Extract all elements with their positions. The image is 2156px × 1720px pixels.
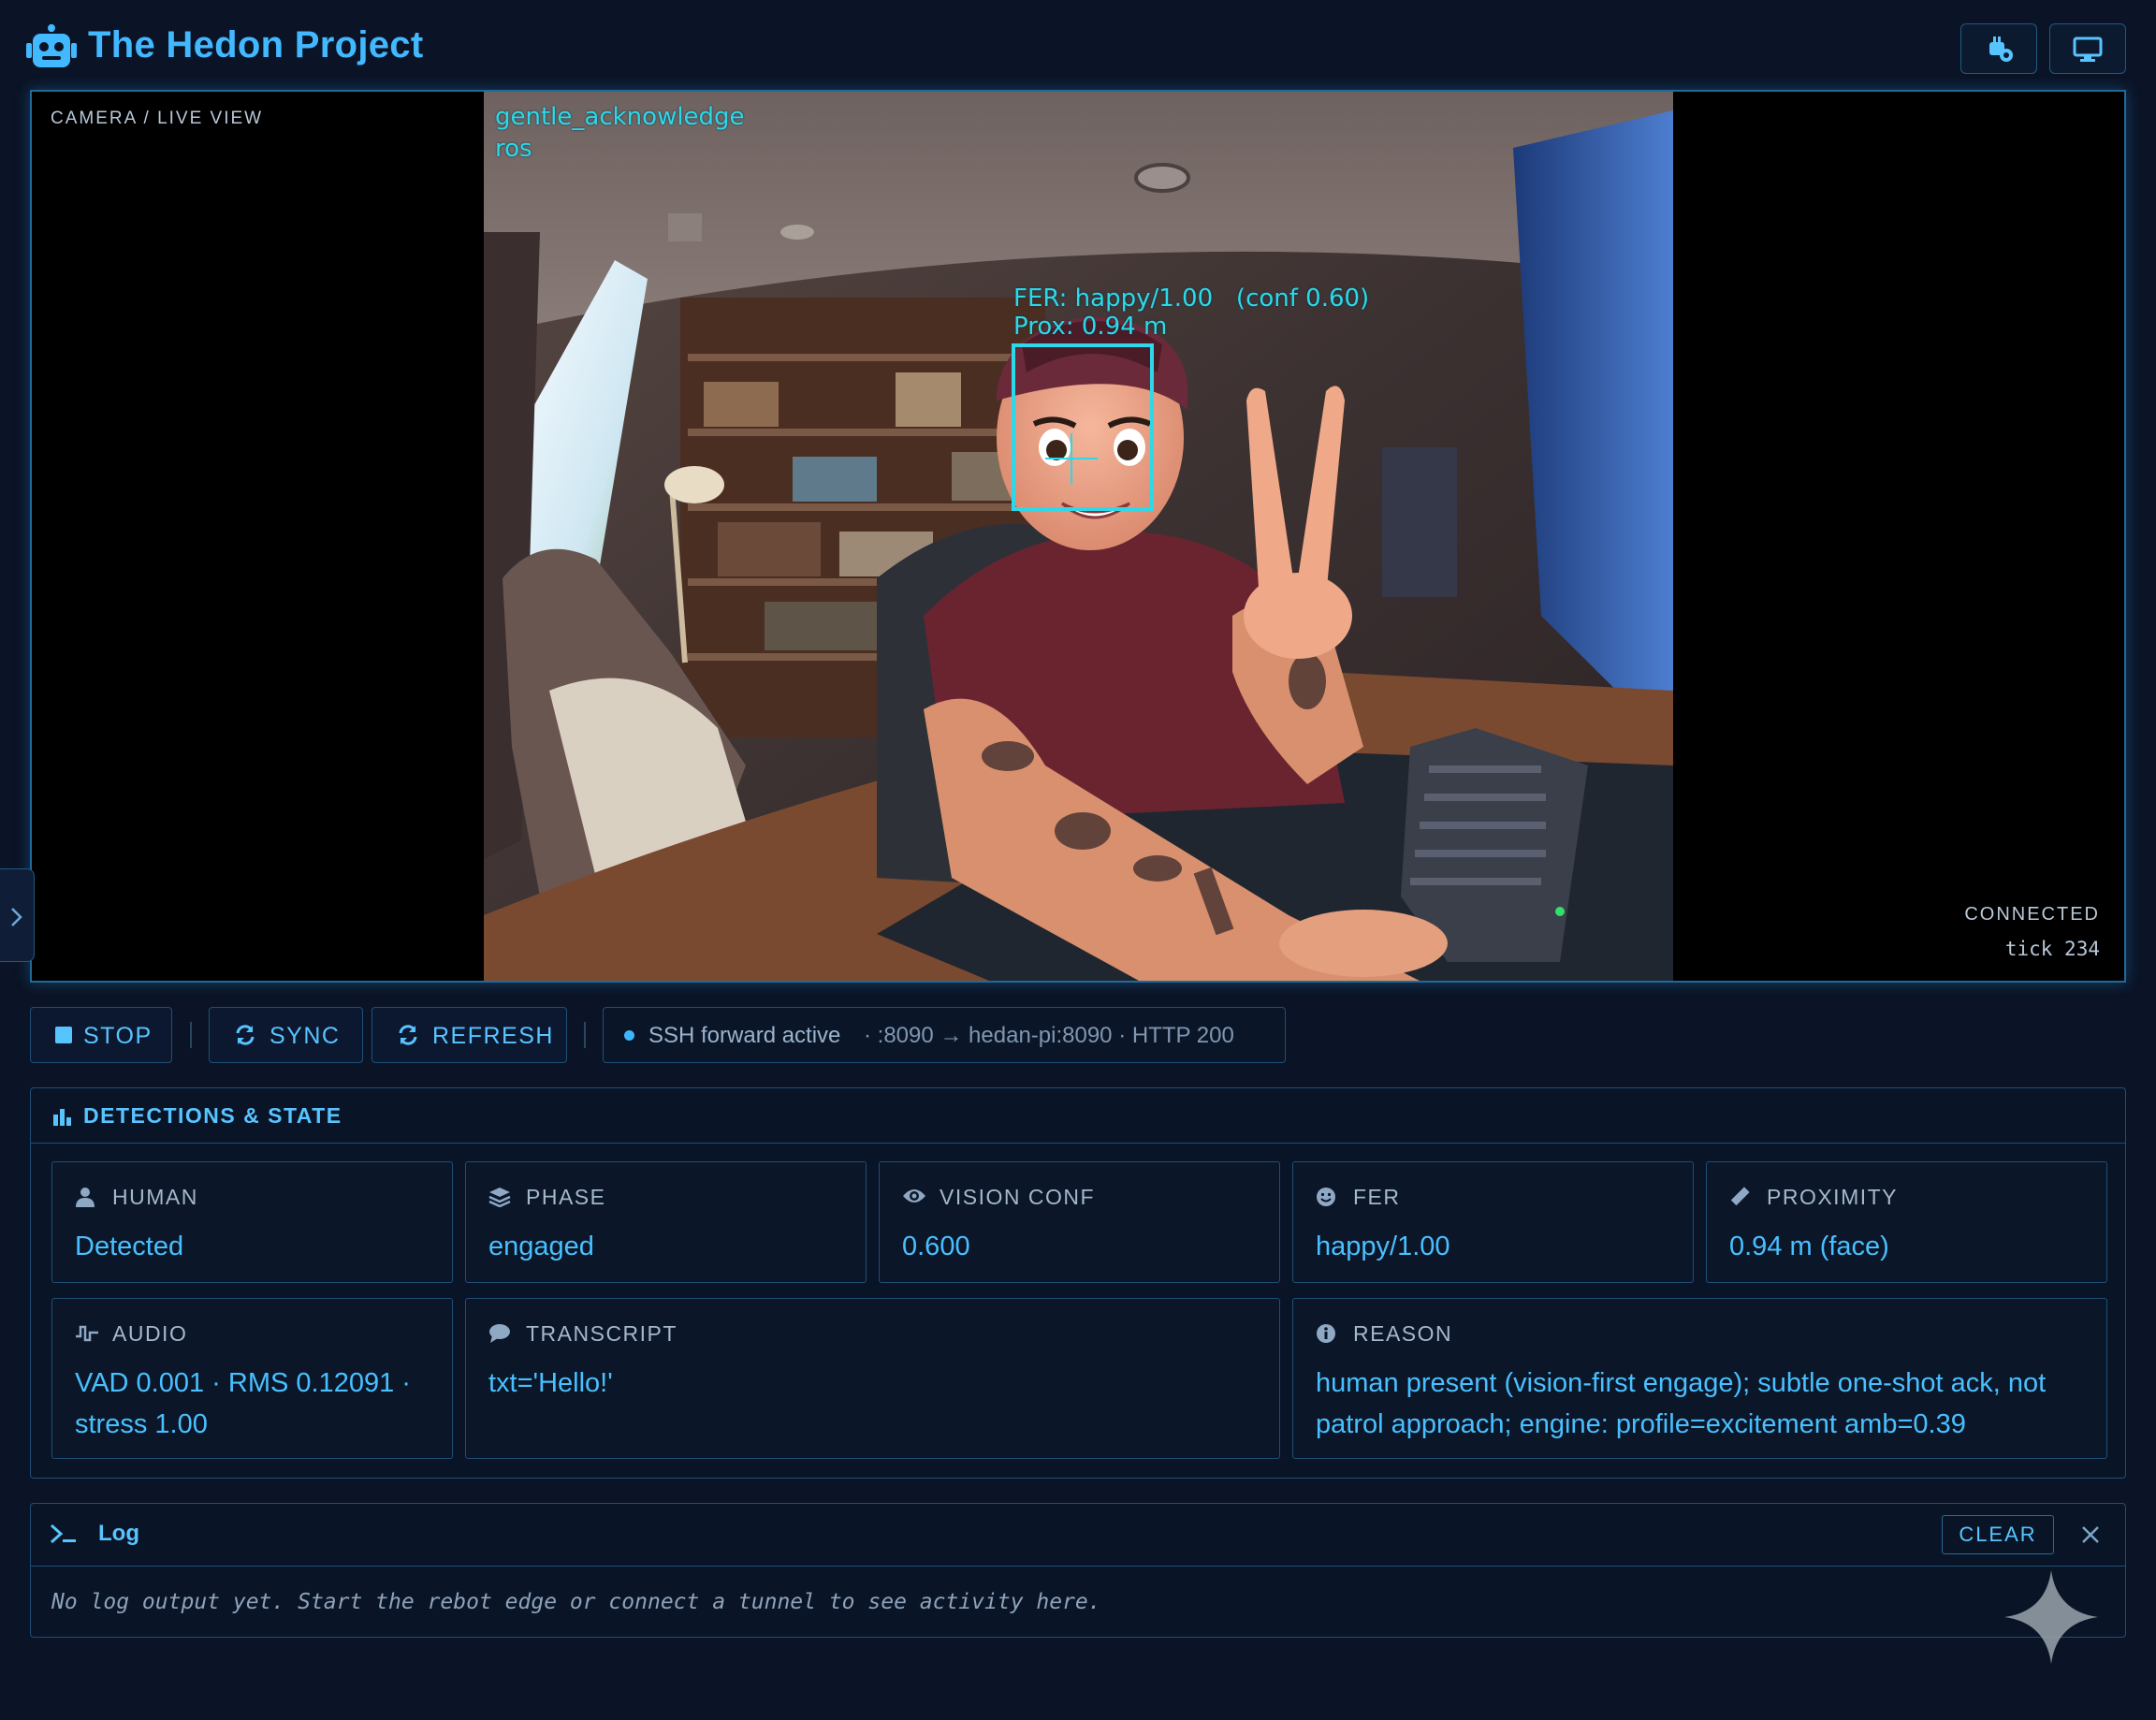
status-dot-icon [624, 1030, 634, 1041]
stop-button[interactable]: STOP [30, 1007, 172, 1063]
card-label: PROXIMITY [1767, 1185, 1899, 1209]
display-button[interactable] [2049, 23, 2126, 74]
stop-label: STOP [83, 1023, 153, 1049]
ssh-forward-detail: · :8090 → hedan-pi:8090 · HTTP 200 [864, 1023, 1234, 1048]
card-value: txt='Hello!' [488, 1368, 613, 1398]
camera-panel: CAMERA / LIVE VIEW gentle_acknowledge ro… [30, 90, 2126, 983]
card-label: AUDIO [112, 1321, 188, 1346]
human-card: HUMAN Detected [51, 1161, 453, 1283]
card-value: human present (vision-first engage); sub… [1316, 1368, 2047, 1439]
ssh-status-indicator: SSH forward active · :8090 → hedan-pi:80… [603, 1007, 1286, 1063]
terminal-icon [50, 1523, 76, 1544]
camera-frame-image [484, 92, 1673, 981]
card-value: Detected [75, 1232, 184, 1261]
refresh-icon [399, 1025, 417, 1045]
log-panel: Log CLEAR No log output yet. Start the r… [30, 1503, 2126, 1638]
toolbar-divider [190, 1022, 192, 1048]
refresh-label: REFRESH [432, 1023, 554, 1049]
overlay-source-label: ros [495, 135, 532, 163]
refresh-button[interactable]: REFRESH [371, 1007, 567, 1063]
log-header: Log CLEAR [31, 1504, 2125, 1567]
wave-icon [76, 1325, 98, 1342]
camera-feed: gentle_acknowledge ros FER: happy/1.00 (… [484, 92, 1673, 981]
robot-icon [26, 24, 77, 67]
transcript-card: TRANSCRIPT txt='Hello!' [465, 1298, 1280, 1459]
card-value: happy/1.00 [1316, 1232, 1450, 1261]
app-title: The Hedon Project [88, 24, 424, 66]
detections-header: DETECTIONS & STATE [31, 1088, 2125, 1144]
tick-counter: tick 234 [2004, 938, 2100, 960]
card-label: PHASE [526, 1185, 606, 1209]
info-icon [1317, 1324, 1335, 1343]
sync-icon [236, 1025, 255, 1045]
chat-icon [489, 1324, 510, 1343]
audio-card: AUDIO VAD 0.001 · RMS 0.12091 · stress 1… [51, 1298, 453, 1459]
sparkle-icon [2004, 1570, 2098, 1664]
robot-plug-icon [1989, 36, 2013, 62]
eye-icon [903, 1189, 925, 1203]
monitor-icon [2073, 36, 2103, 62]
overlay-behavior-label: gentle_acknowledge [495, 103, 745, 131]
bar-chart-icon [53, 1109, 71, 1126]
reason-card: REASON human present (vision-first engag… [1292, 1298, 2107, 1459]
detections-panel: DETECTIONS & STATE HUMAN Detected PHASE … [30, 1087, 2126, 1479]
user-icon [76, 1188, 95, 1207]
connection-status: CONNECTED [1964, 904, 2100, 925]
chevron-right-icon [11, 908, 22, 926]
card-value: 0.94 m (face) [1729, 1232, 1889, 1261]
sync-label: SYNC [270, 1023, 341, 1049]
card-value: 0.600 [902, 1232, 970, 1261]
smile-icon [1317, 1188, 1335, 1206]
proximity-card: PROXIMITY 0.94 m (face) [1706, 1161, 2107, 1283]
layers-icon [488, 1188, 511, 1207]
phase-card: PHASE engaged [465, 1161, 867, 1283]
toolbar-divider [584, 1022, 586, 1048]
sidebar-toggle-button[interactable] [0, 868, 35, 962]
sync-button[interactable]: SYNC [209, 1007, 363, 1063]
close-icon[interactable] [2080, 1524, 2101, 1545]
card-value: engaged [488, 1232, 594, 1261]
ruler-icon [1730, 1187, 1750, 1206]
fer-card: FER happy/1.00 [1292, 1161, 1694, 1283]
vision-conf-card: VISION CONF 0.600 [879, 1161, 1280, 1283]
card-label: TRANSCRIPT [526, 1321, 677, 1346]
card-label: HUMAN [112, 1185, 198, 1209]
stop-icon [55, 1027, 72, 1043]
ssh-status-text: SSH forward active [648, 1023, 841, 1048]
overlay-fer-label: FER: happy/1.00 (conf 0.60) [1013, 284, 1370, 313]
camera-label: CAMERA / LIVE VIEW [51, 109, 264, 128]
card-label: REASON [1353, 1321, 1453, 1346]
robot-connect-button[interactable] [1960, 23, 2037, 74]
log-title: Log [98, 1521, 139, 1546]
app-header: The Hedon Project [0, 0, 2156, 90]
card-label: FER [1353, 1185, 1401, 1209]
detections-title: DETECTIONS & STATE [83, 1103, 342, 1128]
card-label: VISION CONF [940, 1185, 1096, 1209]
card-value: VAD 0.001 · RMS 0.12091 · stress 1.00 [75, 1368, 411, 1439]
overlay-proximity-label: Prox: 0.94 m [1013, 313, 1168, 341]
clear-log-button[interactable]: CLEAR [1942, 1515, 2054, 1554]
log-empty-message: No log output yet. Start the rebot edge … [51, 1590, 1101, 1614]
